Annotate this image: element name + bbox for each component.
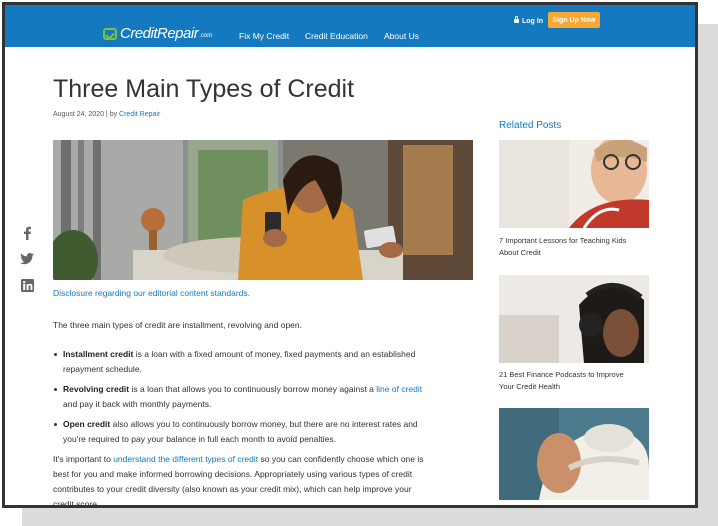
logo-text: CreditRepair	[120, 25, 199, 42]
bullet-dot	[54, 388, 57, 391]
closing-text: so you can confidently choose which one …	[258, 454, 424, 464]
author-link[interactable]: Credit Repair	[119, 111, 160, 118]
related-post-thumbnail[interactable]	[499, 140, 649, 228]
bullet-text: also allows you to continuously borrow m…	[110, 419, 418, 429]
disclosure-link[interactable]: Disclosure regarding our editorial conte…	[53, 288, 250, 298]
nav-credit-education[interactable]: Credit Education	[305, 31, 368, 41]
closing-text: It's important to	[53, 454, 114, 464]
closing-paragraph: It's important to understand the differe…	[53, 452, 483, 508]
facebook-icon[interactable]	[19, 225, 35, 241]
lock-icon	[514, 16, 519, 23]
login-button[interactable]: Log In	[508, 14, 549, 28]
closing-text: best for you and make informed borrowing…	[53, 469, 413, 479]
related-post-title[interactable]: 7 Important Lessons for Teaching Kids Ab…	[499, 235, 659, 259]
line-of-credit-link[interactable]: line of credit	[376, 384, 422, 394]
related-posts-heading: Related Posts	[499, 120, 562, 131]
bullet-text-cont: repayment schedule.	[63, 364, 142, 374]
article-meta: August 24, 2020 | by Credit Repair	[53, 111, 160, 118]
list-item: Revolving credit is a loan that allows y…	[54, 382, 473, 412]
understand-credit-types-link[interactable]: understand the different types of credit	[113, 454, 258, 464]
bullet-text: is a loan that allows you to continuousl…	[129, 384, 377, 394]
closing-text: contributes to your credit diversity (al…	[53, 484, 412, 494]
bullet-term: Installment credit	[63, 349, 134, 359]
logo-suffix: .com	[199, 33, 213, 39]
browser-frame: CreditRepair .com Fix My Credit Credit E…	[2, 2, 698, 508]
article-date: August 24, 2020 | by	[53, 111, 118, 118]
related-post-title[interactable]: 21 Best Finance Podcasts to Improve Your…	[499, 369, 659, 393]
bullet-dot	[54, 353, 57, 356]
related-post-thumbnail[interactable]	[499, 275, 649, 363]
twitter-icon[interactable]	[19, 251, 35, 267]
bullet-text-cont: and pay it back with monthly payments.	[63, 399, 212, 409]
related-post-title-line: 7 Important Lessons for Teaching Kids	[499, 236, 627, 245]
page-title: Three Main Types of Credit	[53, 75, 355, 103]
logo-check-icon	[103, 27, 117, 40]
bullet-text-cont: you're required to pay your balance in f…	[63, 434, 336, 444]
site-logo[interactable]: CreditRepair .com	[103, 25, 212, 42]
login-label: Log In	[522, 17, 543, 25]
hero-image	[53, 140, 473, 280]
bullet-term: Open credit	[63, 419, 111, 429]
bullet-term: Revolving credit	[63, 384, 130, 394]
bullet-text: is a loan with a fixed amount of money, …	[133, 349, 416, 359]
intro-paragraph: The three main types of credit are insta…	[53, 320, 302, 330]
related-post-thumbnail[interactable]	[499, 408, 649, 500]
nav-fix-my-credit[interactable]: Fix My Credit	[239, 31, 289, 41]
nav-about-us[interactable]: About Us	[384, 31, 419, 41]
list-item: Open credit also allows you to continuou…	[54, 417, 473, 447]
linkedin-icon[interactable]	[19, 277, 35, 293]
related-post-title-line: 21 Best Finance Podcasts to Improve	[499, 370, 624, 379]
bullet-dot	[54, 423, 57, 426]
list-item: Installment credit is a loan with a fixe…	[54, 347, 473, 377]
site-header: CreditRepair .com Fix My Credit Credit E…	[5, 5, 695, 47]
closing-text: credit score.	[53, 499, 100, 508]
signup-button[interactable]: Sign Up Now	[548, 12, 600, 28]
related-post-title-line: Your Credit Health	[499, 382, 561, 391]
related-post-title-line: About Credit	[499, 248, 541, 257]
